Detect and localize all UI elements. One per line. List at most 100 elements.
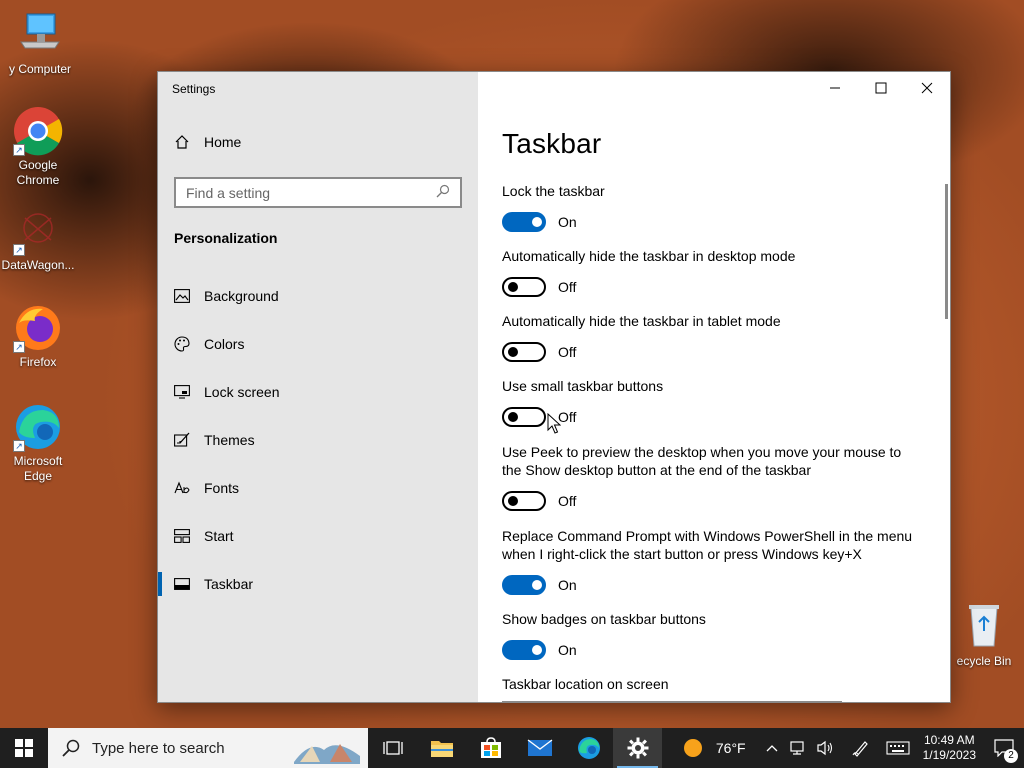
settings-window: Settings Home Personalization Background (157, 71, 951, 703)
sidebar-item-start[interactable]: Start (158, 512, 478, 560)
setting-label: Replace Command Prompt with Windows Powe… (502, 528, 913, 562)
sidebar-item-lock-screen[interactable]: Lock screen (158, 368, 478, 416)
sidebar-item-background[interactable]: Background (158, 272, 478, 320)
brush-icon (174, 432, 190, 448)
edge-icon: ↗ (13, 402, 63, 452)
sidebar-item-colors[interactable]: Colors (158, 320, 478, 368)
palette-icon (174, 336, 190, 352)
computer-icon (15, 10, 65, 60)
toggle-knob (508, 496, 518, 506)
windows-logo-icon (15, 739, 33, 757)
sidebar-item-themes[interactable]: Themes (158, 416, 478, 464)
toggle-state: On (558, 577, 577, 593)
taskbar-settings[interactable] (613, 728, 662, 768)
start-button[interactable] (0, 728, 48, 768)
datawagon-icon: ↗ (13, 206, 63, 256)
chevron-up-icon (766, 745, 778, 752)
home-link[interactable]: Home (174, 134, 241, 150)
lock-taskbar-toggle[interactable] (502, 212, 546, 232)
toggle-state: On (558, 642, 577, 658)
sidebar-item-taskbar[interactable]: Taskbar (158, 560, 478, 608)
find-setting-search[interactable] (174, 177, 462, 208)
sidebar-item-label: Start (204, 528, 234, 544)
desktop-icon-label: ecycle Bin (956, 654, 1012, 668)
desktop-icon-firefox[interactable]: ↗ Firefox (0, 303, 76, 370)
pen-button[interactable] (847, 739, 875, 757)
peek-toggle[interactable] (502, 491, 546, 511)
chrome-icon: ↗ (13, 106, 63, 156)
mail-icon (527, 739, 552, 756)
taskbar-icon (174, 576, 190, 592)
taskbar-store[interactable] (466, 728, 515, 768)
desktop-icon-label: DataWagon... (1, 258, 75, 272)
toggle-knob (508, 347, 518, 357)
shortcut-arrow-icon: ↗ (13, 244, 25, 256)
touch-keyboard-button[interactable] (881, 741, 915, 755)
content-scrollbar[interactable] (945, 184, 948, 319)
show-hidden-icons-button[interactable] (761, 744, 783, 752)
speaker-icon (817, 740, 832, 756)
autohide-tablet-toggle[interactable] (502, 342, 546, 362)
setting-label: Show badges on taskbar buttons (502, 611, 706, 627)
weather-widget[interactable]: 76°F (679, 739, 751, 757)
firefox-icon: ↗ (13, 303, 63, 353)
setting-small-buttons: Use small taskbar buttons Off (502, 377, 922, 427)
task-view-button[interactable] (368, 728, 417, 768)
shortcut-arrow-icon: ↗ (13, 144, 25, 156)
store-icon (480, 737, 501, 758)
taskbar: 76°F 10:49 AM 1/19/2023 2 (0, 728, 1024, 768)
shortcut-arrow-icon: ↗ (13, 440, 25, 452)
taskbar-edge[interactable] (564, 728, 613, 768)
search-icon[interactable] (436, 184, 450, 201)
mouse-cursor-icon (547, 413, 561, 434)
edge-icon (577, 737, 600, 759)
search-highlight-image-icon (290, 734, 364, 764)
setting-label: Automatically hide the taskbar in tablet… (502, 313, 781, 329)
setting-badges: Show badges on taskbar buttons On (502, 610, 922, 660)
desktop-icon-label: y Computer (8, 62, 72, 76)
taskbar-file-explorer[interactable] (417, 728, 466, 768)
sidebar-item-label: Colors (204, 336, 245, 352)
desktop-icon-edge[interactable]: ↗ Microsoft Edge (0, 402, 76, 484)
taskbar-mail[interactable] (515, 728, 564, 768)
network-button[interactable] (783, 740, 811, 756)
desktop-icon-label: Microsoft Edge (13, 454, 63, 483)
autohide-desktop-toggle[interactable] (502, 277, 546, 297)
sun-icon (683, 739, 702, 757)
toggle-state: Off (558, 279, 577, 295)
close-icon (921, 82, 933, 94)
small-buttons-toggle[interactable] (502, 407, 546, 427)
desktop-icon-computer[interactable]: y Computer (2, 10, 78, 77)
sidebar-item-label: Background (204, 288, 279, 304)
toggle-knob (508, 412, 518, 422)
setting-autohide-desktop: Automatically hide the taskbar in deskto… (502, 247, 922, 297)
volume-button[interactable] (811, 740, 839, 756)
powershell-toggle[interactable] (502, 575, 546, 595)
sidebar-item-fonts[interactable]: Fonts (158, 464, 478, 512)
location-dropdown[interactable] (502, 701, 842, 702)
setting-location: Taskbar location on screen (502, 675, 922, 702)
desktop-icon-datawagon[interactable]: ↗ DataWagon... (0, 206, 76, 273)
shortcut-arrow-icon: ↗ (13, 341, 25, 353)
notifications-button[interactable]: 2 (984, 728, 1024, 768)
find-setting-input[interactable] (186, 184, 436, 201)
image-icon (174, 288, 190, 304)
gear-icon (627, 737, 648, 759)
home-label: Home (204, 134, 242, 150)
badges-toggle[interactable] (502, 640, 546, 660)
network-icon (790, 741, 804, 755)
clock[interactable]: 10:49 AM 1/19/2023 (915, 733, 984, 763)
keyboard-icon (886, 741, 910, 755)
taskbar-search-box[interactable] (48, 728, 368, 768)
desktop-icon-recycle-bin[interactable]: ecycle Bin (946, 602, 1022, 669)
sidebar-item-label: Taskbar (204, 576, 254, 592)
desktop-icon-label: Firefox (19, 355, 57, 369)
setting-label: Lock the taskbar (502, 183, 605, 199)
toggle-state: Off (558, 493, 577, 509)
font-icon (174, 480, 190, 496)
folder-icon (430, 741, 453, 757)
desktop-icon-chrome[interactable]: ↗ Google Chrome (0, 106, 76, 188)
taskbar-search-input[interactable] (92, 739, 282, 757)
start-grid-icon (174, 528, 190, 544)
recycle-bin-icon (959, 602, 1009, 652)
